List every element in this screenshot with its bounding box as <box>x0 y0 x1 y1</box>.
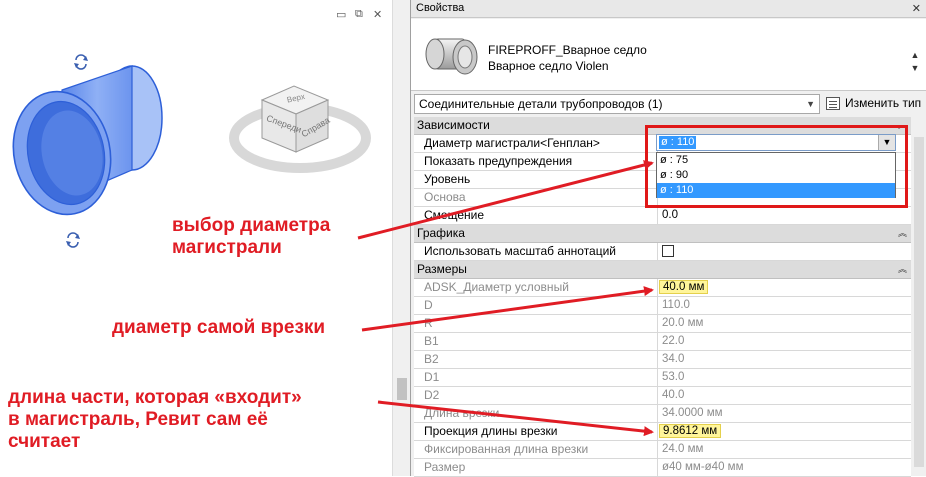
row-r: R 20.0 мм <box>414 315 911 333</box>
row-d: D 110.0 <box>414 297 911 315</box>
view-cube[interactable]: Верх Спереди Справа <box>228 80 378 190</box>
row-size: Размер ø40 мм-ø40 мм <box>414 459 911 477</box>
group-dimensions[interactable]: Размеры ︽ <box>414 261 911 279</box>
property-label: Размер <box>424 460 466 474</box>
property-label: ADSK_Диаметр условный <box>424 280 569 294</box>
property-label: B2 <box>424 352 439 366</box>
scroll-thumb[interactable] <box>397 378 407 400</box>
element-filter-dropdown[interactable]: Соединительные детали трубопроводов (1) … <box>414 94 820 114</box>
property-value[interactable]: 9.8612 мм <box>657 423 911 440</box>
group-graphics[interactable]: Графика ︽ <box>414 225 911 243</box>
property-value[interactable] <box>657 243 911 260</box>
row-branch-length: Длина врезки 34.0000 мм <box>414 405 911 423</box>
panel-title: Свойства <box>416 2 465 14</box>
highlighted-value: 9.8612 мм <box>659 424 722 438</box>
edit-type-label: Изменить тип <box>845 96 922 110</box>
row-d2: D2 40.0 <box>414 387 911 405</box>
property-label: Уровень <box>424 172 471 186</box>
restore-icon[interactable]: ⧉ <box>355 8 363 21</box>
group-label: Графика <box>417 226 465 240</box>
type-selector-arrow-icon[interactable]: ▲ ▼ <box>909 49 921 75</box>
property-label: D1 <box>424 370 440 384</box>
row-b1: B1 22.0 <box>414 333 911 351</box>
property-label: D <box>424 298 433 312</box>
property-label: D2 <box>424 388 440 402</box>
property-value: 40.0 <box>657 387 911 404</box>
filter-row: Соединительные детали трубопроводов (1) … <box>411 92 926 116</box>
property-value: ø40 мм-ø40 мм <box>657 459 911 476</box>
type-preview-image <box>425 38 478 75</box>
annotation-scale-checkbox[interactable] <box>662 245 674 257</box>
property-value: 40.0 мм <box>657 279 911 296</box>
type-selector[interactable]: FIREPROFF_Вварное седло Вварное седло Vi… <box>411 19 926 91</box>
row-offset[interactable]: Смещение 0.0 <box>414 207 911 225</box>
property-label: Основа <box>424 190 466 204</box>
rotate-handle-top-icon[interactable] <box>72 53 90 71</box>
property-value: 24.0 мм <box>657 441 911 458</box>
annotation-branch-diameter: диаметр самой врезки <box>112 317 326 338</box>
row-b2: B2 34.0 <box>414 351 911 369</box>
property-value: 20.0 мм <box>657 315 911 332</box>
property-value: 110.0 <box>657 297 911 314</box>
chevron-down-icon: ▼ <box>806 99 815 109</box>
highlight-frame <box>645 125 908 208</box>
property-label: B1 <box>424 334 439 348</box>
group-label: Зависимости <box>417 118 490 132</box>
property-label: Смещение <box>424 208 485 222</box>
grid-scrollbar[interactable] <box>911 117 926 476</box>
property-value: 53.0 <box>657 369 911 386</box>
viewport-scrollbar[interactable] <box>392 0 410 476</box>
type-name: Вварное седло Violen <box>488 59 609 73</box>
minimize-icon[interactable]: ▭ <box>336 8 346 21</box>
row-d1: D1 53.0 <box>414 369 911 387</box>
close-view-icon[interactable]: ✕ <box>373 8 382 21</box>
row-nominal-diameter: ADSK_Диаметр условный 40.0 мм <box>414 279 911 297</box>
property-label: R <box>424 316 433 330</box>
property-label: Использовать масштаб аннотаций <box>424 244 617 258</box>
properties-panel: Свойства ✕ FIREPROFF_Вварное седло Вварн… <box>410 0 926 477</box>
scroll-thumb[interactable] <box>914 137 924 467</box>
annotation-main-diameter: выбор диаметра магистрали <box>172 215 331 258</box>
property-value: 22.0 <box>657 333 911 350</box>
property-label: Фиксированная длина врезки <box>424 442 589 456</box>
edit-type-icon <box>826 97 840 110</box>
row-fixed-length: Фиксированная длина врезки 24.0 мм <box>414 441 911 459</box>
property-label: Длина врезки <box>424 406 500 420</box>
element-filter-value: Соединительные детали трубопроводов (1) <box>419 97 663 111</box>
row-branch-projection[interactable]: Проекция длины врезки 9.8612 мм <box>414 423 911 441</box>
property-value: 34.0000 мм <box>657 405 911 422</box>
collapse-icon[interactable]: ︽ <box>898 225 907 241</box>
panel-title-bar: Свойства ✕ <box>411 0 926 18</box>
highlighted-value: 40.0 мм <box>659 280 709 294</box>
row-annotation-scale[interactable]: Использовать масштаб аннотаций <box>414 243 911 261</box>
edit-type-button[interactable]: Изменить тип <box>823 94 921 114</box>
property-label: Диаметр магистрали<Генплан> <box>424 136 600 150</box>
close-icon[interactable]: ✕ <box>912 1 921 18</box>
group-label: Размеры <box>417 262 467 276</box>
annotation-branch-length: длина части, которая «входит» в магистра… <box>8 387 302 452</box>
selected-3d-part[interactable] <box>0 50 200 250</box>
collapse-icon[interactable]: ︽ <box>898 261 907 277</box>
rotate-handle-bottom-icon[interactable] <box>64 231 82 249</box>
property-label: Показать предупреждения <box>424 154 573 168</box>
property-label: Проекция длины врезки <box>424 424 558 438</box>
type-family-name: FIREPROFF_Вварное седло <box>488 43 647 57</box>
property-value[interactable]: 0.0 <box>657 207 911 224</box>
property-value: 34.0 <box>657 351 911 368</box>
